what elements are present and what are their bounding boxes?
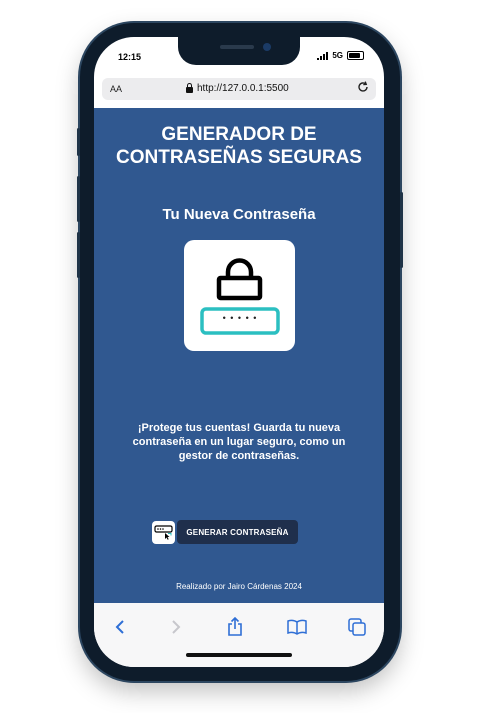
phone-screen: 12:15 5G AA http://127.0.0.1:5500 GENERA… [94,37,384,667]
password-dots: • • • • • [222,313,258,323]
text-size-button[interactable]: AA [110,84,122,94]
generate-password-button[interactable]: GENERAR CONTRASEÑA [177,520,298,544]
footer-credit: Realizado por Jairo Cárdenas 2024 [176,582,302,591]
battery-icon [347,51,364,60]
network-type: 5G [332,51,343,60]
title-line-1: GENERADOR DE [161,124,317,145]
volume-up-button [77,176,80,222]
page-subtitle: Tu Nueva Contraseña [162,206,316,223]
lock-icon [186,83,193,93]
front-camera [263,43,271,51]
password-illustration: • • • • • [184,240,295,351]
status-time: 12:15 [118,52,142,62]
page-title: GENERADOR DE CONTRASEÑAS SEGURAS [94,123,384,169]
status-bar: 12:15 5G [94,37,384,77]
status-indicators: 5G [317,51,364,60]
password-click-icon[interactable] [152,520,175,544]
home-indicator[interactable] [186,653,292,657]
title-line-2: CONTRASEÑAS SEGURAS [116,147,362,168]
address[interactable]: http://127.0.0.1:5500 [186,83,289,94]
back-icon[interactable] [108,617,132,637]
generate-area: GENERAR CONTRASEÑA [152,520,298,544]
speaker [220,45,254,49]
web-content: GENERADOR DE CONTRASEÑAS SEGURAS Tu Nuev… [94,108,384,603]
tabs-icon[interactable] [345,617,369,637]
forward-icon[interactable] [164,617,188,637]
bookmarks-icon[interactable] [285,617,309,637]
signal-icon [317,51,329,60]
reload-icon[interactable] [356,80,370,97]
url-text: http://127.0.0.1:5500 [197,83,289,94]
url-bar[interactable]: AA http://127.0.0.1:5500 [102,78,376,100]
description-text: ¡Protege tus cuentas! Guarda tu nueva co… [132,422,346,462]
share-icon[interactable] [223,617,247,637]
browser-toolbar [94,603,384,667]
side-button [77,128,80,156]
volume-down-button [77,232,80,278]
power-button [400,192,403,268]
padlock-icon [216,258,263,301]
notch [178,37,300,65]
